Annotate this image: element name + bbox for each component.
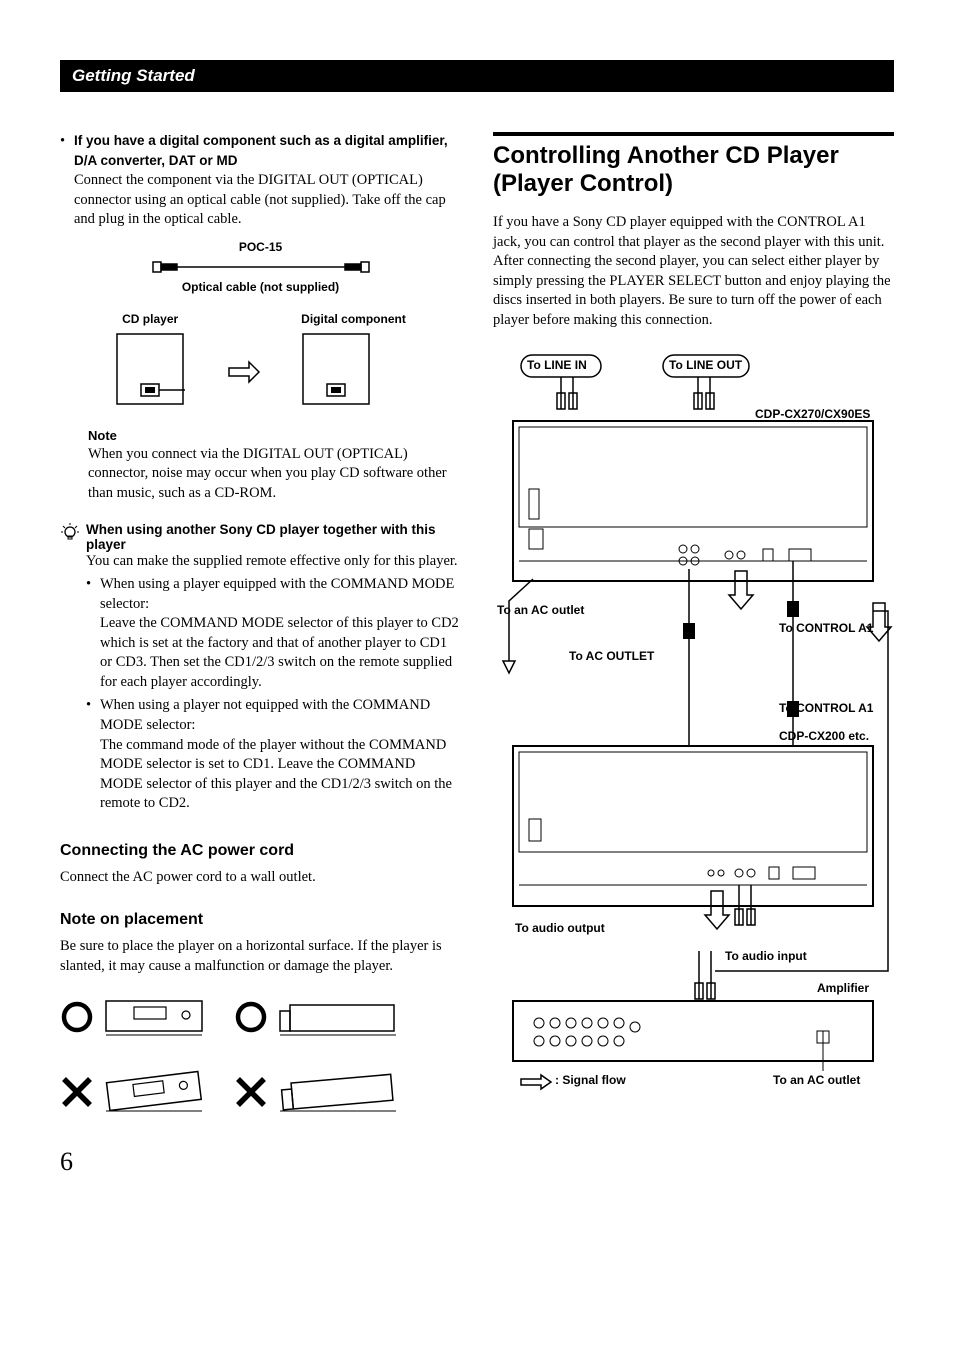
- ok-circle-icon: [234, 1000, 268, 1034]
- digital-component-block: Digital component: [301, 312, 406, 406]
- cable-note-label: Optical cable (not supplied): [60, 280, 461, 294]
- content-columns: If you have a digital component such as …: [60, 132, 894, 1117]
- player-front-flat-icon: [104, 995, 204, 1039]
- signal-arrow-icon: [225, 312, 261, 392]
- placement-body: Be sure to place the player on a horizon…: [60, 937, 461, 976]
- digital-bullet-body: Connect the component via the DIGITAL OU…: [74, 172, 446, 227]
- ac-heading: Connecting the AC power cord: [60, 842, 461, 860]
- cd-digital-diagram: CD player Digital component: [60, 312, 461, 406]
- ac-body: Connect the AC power cord to a wall outl…: [60, 868, 461, 888]
- note-block: Note When you connect via the DIGITAL OU…: [60, 428, 461, 504]
- digital-component-rear-icon: [301, 326, 371, 406]
- label-ac-outlet-small: To an AC outlet: [497, 603, 584, 617]
- tip-item-2-body: The command mode of the player without t…: [100, 737, 452, 812]
- digital-bullet: If you have a digital component such as …: [60, 132, 461, 230]
- placement-row-ng: [60, 1067, 461, 1117]
- tip-block: When using another Sony CD player togeth…: [60, 522, 461, 818]
- tip-item-1: When using a player equipped with the CO…: [86, 575, 461, 692]
- placement-ok-front: [60, 995, 204, 1039]
- page-number: 6: [60, 1147, 894, 1177]
- ok-circle-icon: [60, 1000, 94, 1034]
- tip-item-2: When using a player not equipped with th…: [86, 696, 461, 813]
- label-amplifier: Amplifier: [817, 981, 869, 995]
- section-header-text: Getting Started: [72, 66, 195, 85]
- digital-bullet-heading: If you have a digital component such as …: [74, 133, 448, 168]
- cd-player-rear-icon: [115, 326, 185, 406]
- placement-ng-front: [60, 1067, 204, 1117]
- right-heading: Controlling Another CD Player (Player Co…: [493, 132, 894, 197]
- tip-lightbulb-icon: [60, 522, 80, 818]
- label-audio-input: To audio input: [725, 949, 807, 963]
- label-line-out: To LINE OUT: [669, 358, 742, 372]
- label-model2: CDP-CX200 etc.: [779, 729, 869, 743]
- ng-x-icon: [60, 1075, 94, 1109]
- label-audio-output: To audio output: [515, 921, 605, 935]
- player-side-tilt-icon: [278, 1067, 398, 1117]
- tip-item-1-body: Leave the COMMAND MODE selector of this …: [100, 615, 459, 690]
- tip-item-1-lead: When using a player equipped with the CO…: [100, 576, 454, 612]
- placement-ok-side: [234, 995, 398, 1039]
- player-front-tilt-icon: [104, 1067, 204, 1117]
- label-line-in: To LINE IN: [527, 358, 587, 372]
- label-ac-outlet-upper: To AC OUTLET: [569, 649, 654, 663]
- label-signal-flow: : Signal flow: [555, 1073, 626, 1087]
- digital-bullet-item: If you have a digital component such as …: [60, 132, 461, 230]
- placement-ng-side: [234, 1067, 398, 1117]
- tip-list: When using a player equipped with the CO…: [86, 575, 461, 814]
- player-side-flat-icon: [278, 995, 398, 1039]
- placement-row-ok: [60, 995, 461, 1039]
- right-intro: If you have a Sony CD player equipped wi…: [493, 213, 894, 330]
- cd-player-block: CD player: [115, 312, 185, 406]
- right-column: Controlling Another CD Player (Player Co…: [493, 132, 894, 1117]
- tip-heading: When using another Sony CD player togeth…: [86, 522, 461, 552]
- left-column: If you have a digital component such as …: [60, 132, 461, 1117]
- ng-x-icon: [234, 1075, 268, 1109]
- connection-diagram: To LINE IN To LINE OUT CDP-CX270/CX90ES …: [493, 351, 894, 1091]
- label-control-a1-2: To CONTROL A1: [779, 701, 873, 715]
- label-model1: CDP-CX270/CX90ES: [755, 407, 870, 421]
- optical-cable-icon: [151, 256, 371, 278]
- connection-diagram-svg: [493, 351, 893, 1091]
- tip-intro: You can make the supplied remote effecti…: [86, 552, 461, 572]
- note-body: When you connect via the DIGITAL OUT (OP…: [88, 445, 461, 504]
- label-to-ac-outlet-bottom: To an AC outlet: [773, 1073, 860, 1087]
- cd-player-label: CD player: [115, 312, 185, 326]
- digital-component-label: Digital component: [301, 312, 406, 326]
- tip-item-2-lead: When using a player not equipped with th…: [100, 697, 430, 733]
- placement-heading: Note on placement: [60, 911, 461, 929]
- label-control-a1-1: To CONTROL A1: [779, 621, 873, 635]
- note-label: Note: [88, 428, 461, 443]
- optical-cable-diagram: POC-15 Optical cable (not supplied): [60, 240, 461, 294]
- section-header: Getting Started: [60, 60, 894, 92]
- cable-name-label: POC-15: [60, 240, 461, 254]
